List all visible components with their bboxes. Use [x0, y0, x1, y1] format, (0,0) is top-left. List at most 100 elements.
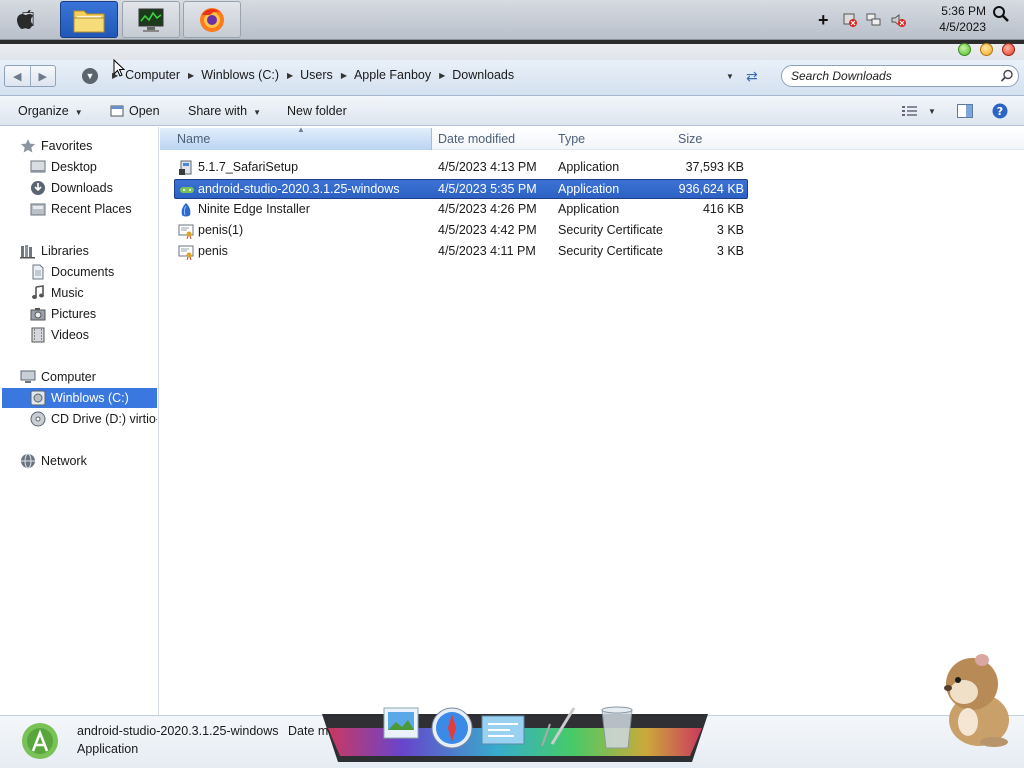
desktop-icon: [30, 160, 46, 173]
organize-label: Organize: [18, 104, 69, 118]
taskbar-task-manager-button[interactable]: [122, 1, 180, 38]
forward-button[interactable]: ▶: [31, 66, 56, 86]
file-type: Security Certificate: [558, 223, 663, 237]
chevron-down-icon[interactable]: ▼: [928, 107, 936, 116]
android-studio-icon: [22, 723, 58, 759]
back-button[interactable]: ◀: [5, 66, 31, 86]
clock[interactable]: 5:36 PM 4/5/2023: [939, 3, 986, 35]
certificate-icon: [178, 245, 194, 260]
certificate-icon: [178, 224, 194, 239]
crumb-drive[interactable]: Winblows (C:): [201, 68, 279, 82]
nav-computer-label: Computer: [41, 370, 96, 384]
file-size: 3 KB: [716, 244, 744, 258]
nav-network[interactable]: Network: [20, 451, 87, 471]
recent-places-icon: [30, 203, 46, 216]
column-name[interactable]: Name: [177, 132, 210, 146]
nav-music-label: Music: [51, 286, 84, 300]
firefox-icon: [200, 7, 224, 32]
search-input[interactable]: Search Downloads: [781, 65, 1019, 87]
help-icon[interactable]: ?: [992, 103, 1008, 119]
crumb-user[interactable]: Apple Fanboy: [354, 68, 431, 82]
column-size[interactable]: Size: [678, 132, 702, 146]
maximize-button[interactable]: [958, 43, 971, 56]
preview-pane-icon[interactable]: [957, 104, 973, 118]
camera-icon: [30, 308, 46, 321]
file-row[interactable]: penis(1) 4/5/2023 4:42 PM Security Certi…: [174, 221, 748, 241]
details-file-name: android-studio-2020.3.1.25-windows Date …: [77, 724, 335, 738]
nav-drive-c-label: Winblows (C:): [51, 391, 129, 405]
share-with-button[interactable]: Share with ▼: [188, 96, 261, 126]
recent-pages-button[interactable]: ▼: [82, 68, 98, 84]
nav-documents[interactable]: Documents: [30, 262, 114, 282]
column-type[interactable]: Type: [558, 132, 585, 146]
sort-ascending-icon: ▲: [297, 125, 305, 134]
network-icon[interactable]: [866, 12, 882, 28]
search-icon[interactable]: [1000, 69, 1014, 83]
column-header: Name ▲ Date modified Type Size: [160, 125, 1024, 150]
nav-documents-label: Documents: [51, 265, 115, 279]
nav-videos[interactable]: Videos: [30, 325, 89, 345]
nav-drive-d[interactable]: CD Drive (D:) virtio-: [30, 409, 157, 429]
open-button[interactable]: Open: [110, 96, 160, 126]
taskbar-firefox-button[interactable]: [183, 1, 241, 38]
dock-image-viewer-icon[interactable]: [383, 707, 419, 739]
dock-trash-icon[interactable]: [601, 706, 633, 749]
nav-drive-d-label: CD Drive (D:) virtio-: [51, 412, 157, 426]
nav-favorites[interactable]: Favorites: [20, 136, 92, 156]
file-date: 4/5/2023 4:26 PM: [438, 202, 537, 216]
file-row[interactable]: 5.1.7_SafariSetup 4/5/2023 4:13 PM Appli…: [174, 158, 748, 178]
nav-downloads-label: Downloads: [51, 181, 113, 195]
nav-favorites-label: Favorites: [41, 139, 93, 153]
globe-icon: [21, 453, 35, 469]
nav-computer[interactable]: Computer: [20, 367, 96, 387]
nav-libraries[interactable]: Libraries: [20, 241, 89, 261]
nav-pictures[interactable]: Pictures: [30, 304, 96, 324]
file-row[interactable]: Ninite Edge Installer 4/5/2023 4:26 PM A…: [174, 200, 748, 220]
file-row-selected[interactable]: android-studio-2020.3.1.25-windows 4/5/2…: [174, 179, 748, 199]
column-date-modified[interactable]: Date modified: [438, 132, 515, 146]
apple-logo-icon[interactable]: [16, 8, 38, 32]
taskbar-file-explorer-button[interactable]: [60, 1, 118, 38]
file-date: 4/5/2023 4:13 PM: [438, 160, 537, 174]
nav-downloads[interactable]: Downloads: [30, 178, 113, 198]
refresh-icon[interactable]: ⇄: [746, 68, 762, 84]
address-dropdown-icon[interactable]: ▼: [726, 72, 734, 81]
address-bar: ◀ ▶ ▼ ▶ Computer ▶ Winblows (C:) ▶ Users…: [0, 60, 1024, 96]
share-with-label: Share with: [188, 104, 248, 118]
dock-preferences-icon[interactable]: [481, 715, 525, 745]
file-row[interactable]: penis 4/5/2023 4:11 PM Security Certific…: [174, 242, 748, 262]
plus-icon[interactable]: +: [818, 11, 834, 29]
new-folder-button[interactable]: New folder: [287, 96, 347, 126]
chevron-right-icon[interactable]: ▶: [439, 71, 445, 80]
chevron-right-icon[interactable]: ▶: [287, 71, 293, 80]
volume-muted-icon[interactable]: [890, 12, 906, 28]
view-options-icon[interactable]: [902, 105, 918, 117]
download-icon: [31, 181, 45, 195]
spotlight-search-icon[interactable]: [992, 5, 1010, 23]
crumb-computer[interactable]: Computer: [125, 68, 180, 82]
file-name: penis(1): [198, 223, 244, 237]
clock-date: 4/5/2023: [939, 20, 986, 34]
nav-desktop[interactable]: Desktop: [30, 157, 97, 177]
new-folder-label: New folder: [287, 104, 347, 118]
nav-drive-c[interactable]: Winblows (C:): [2, 388, 157, 408]
minimize-button[interactable]: [980, 43, 993, 56]
file-name: 5.1.7_SafariSetup: [198, 160, 299, 174]
flag-warning-icon[interactable]: [842, 12, 858, 28]
system-tray: +: [818, 0, 906, 40]
chevron-right-icon[interactable]: ▶: [341, 71, 347, 80]
file-date: 4/5/2023 4:42 PM: [438, 223, 537, 237]
dock-safari-icon[interactable]: [431, 707, 473, 749]
close-button[interactable]: [1002, 43, 1015, 56]
monitor-icon: [138, 8, 164, 32]
nav-recent-places[interactable]: Recent Places: [30, 199, 132, 219]
star-icon: [20, 139, 36, 153]
chevron-right-icon[interactable]: ▶: [188, 71, 194, 80]
libraries-icon: [20, 245, 35, 259]
organize-button[interactable]: Organize ▼: [18, 96, 83, 126]
nav-music[interactable]: Music: [30, 283, 84, 303]
file-size: 416 KB: [702, 202, 744, 216]
crumb-downloads[interactable]: Downloads: [452, 68, 514, 82]
crumb-users[interactable]: Users: [300, 68, 333, 82]
chevron-down-icon: ▼: [74, 108, 83, 117]
